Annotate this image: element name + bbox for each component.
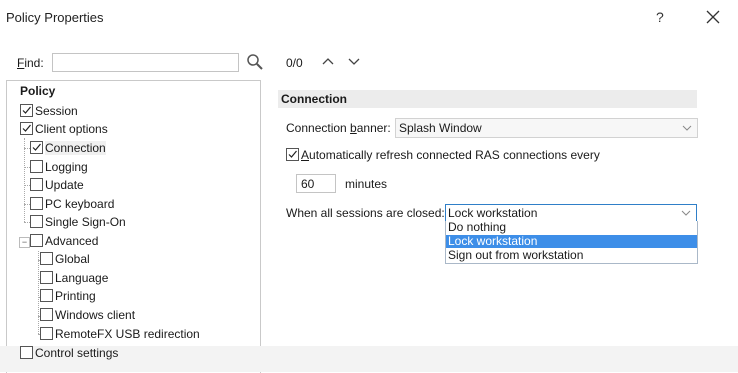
advanced-checkbox[interactable] bbox=[30, 234, 43, 247]
tree-item-label: Client options bbox=[35, 122, 108, 136]
option-do-nothing[interactable]: Do nothing bbox=[446, 221, 697, 234]
tree-item-label: PC keyboard bbox=[45, 197, 115, 211]
tree-item-control-settings[interactable]: Control settings bbox=[20, 345, 118, 361]
chevron-down-icon bbox=[348, 58, 360, 65]
tree-item-label: Session bbox=[35, 104, 78, 118]
tree-item-label: Printing bbox=[55, 289, 96, 303]
tree-item-logging[interactable]: Logging bbox=[30, 159, 88, 175]
update-checkbox[interactable] bbox=[30, 178, 43, 191]
refresh-minutes-value: 60 bbox=[301, 177, 315, 191]
close-icon bbox=[706, 10, 720, 24]
tree-item-label: Language bbox=[55, 271, 109, 285]
chevron-up-icon bbox=[322, 58, 334, 65]
connection-banner-value: Splash Window bbox=[399, 121, 482, 135]
global-checkbox[interactable] bbox=[40, 252, 53, 265]
printing-checkbox[interactable] bbox=[40, 289, 53, 302]
close-button[interactable] bbox=[704, 6, 722, 26]
tree-item-windows-client[interactable]: Windows client bbox=[40, 307, 135, 323]
find-input[interactable] bbox=[52, 53, 239, 72]
connection-checkbox[interactable] bbox=[30, 141, 43, 154]
tree-connector bbox=[24, 138, 25, 222]
tree-item-session[interactable]: Session bbox=[20, 103, 78, 119]
tree-item-remotefx-usb-redirection[interactable]: RemoteFX USB redirection bbox=[40, 326, 200, 342]
chevron-down-icon bbox=[681, 210, 691, 216]
find-next-button[interactable] bbox=[346, 53, 362, 69]
minutes-label: minutes bbox=[345, 177, 388, 191]
auto-refresh-checkbox[interactable] bbox=[286, 148, 299, 161]
tree-item-global[interactable]: Global bbox=[40, 251, 90, 267]
tree-connector bbox=[38, 251, 39, 334]
check-icon bbox=[32, 143, 41, 151]
session-checkbox[interactable] bbox=[20, 104, 33, 117]
tree-item-label: Logging bbox=[45, 160, 88, 174]
connection-banner-select[interactable]: Splash Window bbox=[395, 118, 698, 138]
sessions-closed-label: When all sessions are closed: bbox=[286, 206, 445, 220]
window-title: Policy Properties bbox=[6, 10, 104, 25]
sessions-closed-value: Lock workstation bbox=[448, 206, 538, 220]
tree-item-language[interactable]: Language bbox=[40, 270, 108, 286]
tree-item-single-sign-on[interactable]: Single Sign-On bbox=[30, 214, 126, 230]
check-icon bbox=[22, 124, 31, 132]
tree-item-client-options[interactable]: Client options bbox=[20, 121, 108, 137]
collapse-advanced-toggle[interactable]: − bbox=[19, 237, 30, 248]
tree-item-label: Global bbox=[55, 252, 90, 266]
tree-item-update[interactable]: Update bbox=[30, 177, 84, 193]
check-icon bbox=[288, 150, 297, 158]
option-sign-out-from-workstation[interactable]: Sign out from workstation bbox=[446, 249, 697, 262]
find-result-count: 0/0 bbox=[286, 56, 303, 70]
auto-refresh-label: Automatically refresh connected RAS conn… bbox=[301, 148, 600, 162]
pc-keyboard-checkbox[interactable] bbox=[30, 197, 43, 210]
single-sign-on-checkbox[interactable] bbox=[30, 215, 43, 228]
sessions-closed-dropdown-list: Do nothing Lock workstation Sign out fro… bbox=[445, 221, 698, 264]
tree-item-label: Advanced bbox=[45, 234, 99, 248]
connection-banner-label: Connection banner: bbox=[286, 121, 391, 135]
client-options-checkbox[interactable] bbox=[20, 122, 33, 135]
tree-item-connection[interactable]: Connection bbox=[30, 140, 106, 156]
tree-item-label: Control settings bbox=[35, 346, 119, 360]
help-button[interactable]: ? bbox=[656, 9, 664, 25]
find-search-button[interactable] bbox=[245, 52, 265, 72]
control-settings-checkbox[interactable] bbox=[20, 346, 33, 359]
tree-item-label: RemoteFX USB redirection bbox=[55, 327, 200, 341]
remotefx-usb-redirection-checkbox[interactable] bbox=[40, 327, 53, 340]
search-icon bbox=[247, 54, 263, 70]
tree-item-label: Connection bbox=[45, 141, 106, 155]
tree-item-label: Windows client bbox=[55, 308, 136, 322]
check-icon bbox=[22, 106, 31, 114]
tree-header: Policy bbox=[20, 84, 56, 98]
tree-item-advanced[interactable]: Advanced bbox=[30, 233, 98, 249]
chevron-down-icon bbox=[682, 125, 692, 131]
section-title: Connection bbox=[278, 90, 697, 108]
auto-refresh-option[interactable]: Automatically refresh connected RAS conn… bbox=[286, 148, 600, 162]
find-previous-button[interactable] bbox=[320, 53, 336, 69]
tree-item-label: Single Sign-On bbox=[45, 215, 126, 229]
find-label: Find: bbox=[17, 56, 44, 70]
option-lock-workstation[interactable]: Lock workstation bbox=[446, 235, 697, 248]
language-checkbox[interactable] bbox=[40, 271, 53, 284]
windows-client-checkbox[interactable] bbox=[40, 308, 53, 321]
logging-checkbox[interactable] bbox=[30, 160, 43, 173]
tree-item-label: Update bbox=[45, 178, 84, 192]
tree-item-printing[interactable]: Printing bbox=[40, 288, 96, 304]
refresh-minutes-input[interactable]: 60 bbox=[296, 174, 336, 193]
tree-item-pc-keyboard[interactable]: PC keyboard bbox=[30, 196, 114, 212]
